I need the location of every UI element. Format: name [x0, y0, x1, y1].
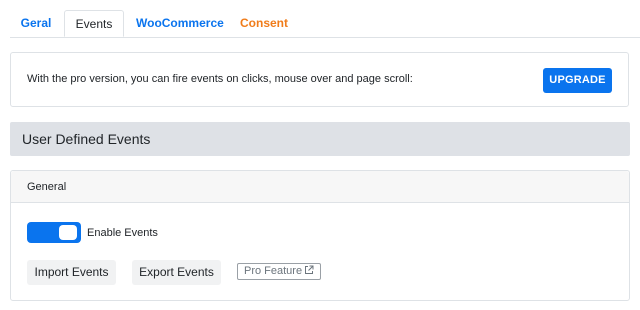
general-card-title: General [27, 181, 67, 193]
section-header: User Defined Events [10, 122, 630, 156]
general-card: General Enable Events Import Events Expo… [10, 170, 630, 301]
pro-feature-badge[interactable]: Pro Feature [237, 263, 322, 280]
tab-woocommerce[interactable]: WooCommerce [136, 10, 224, 36]
tab-consent[interactable]: Consent [238, 10, 290, 36]
toggle-knob [59, 225, 77, 240]
tab-events[interactable]: Events [64, 10, 124, 37]
enable-events-label: Enable Events [87, 227, 158, 239]
enable-events-toggle[interactable] [27, 222, 81, 243]
upgrade-card: With the pro version, you can fire event… [10, 52, 629, 107]
export-events-button[interactable]: Export Events [132, 260, 221, 285]
section-title: User Defined Events [22, 131, 151, 147]
tab-bar: Geral Events WooCommerce Consent [10, 10, 640, 38]
import-events-button[interactable]: Import Events [27, 260, 116, 285]
upgrade-button[interactable]: UPGRADE [543, 68, 612, 93]
pro-feature-label: Pro Feature [244, 265, 303, 277]
external-link-icon [304, 265, 314, 280]
tab-geral[interactable]: Geral [10, 10, 62, 36]
upgrade-message: With the pro version, you can fire event… [27, 73, 413, 85]
general-card-header: General [11, 171, 629, 203]
